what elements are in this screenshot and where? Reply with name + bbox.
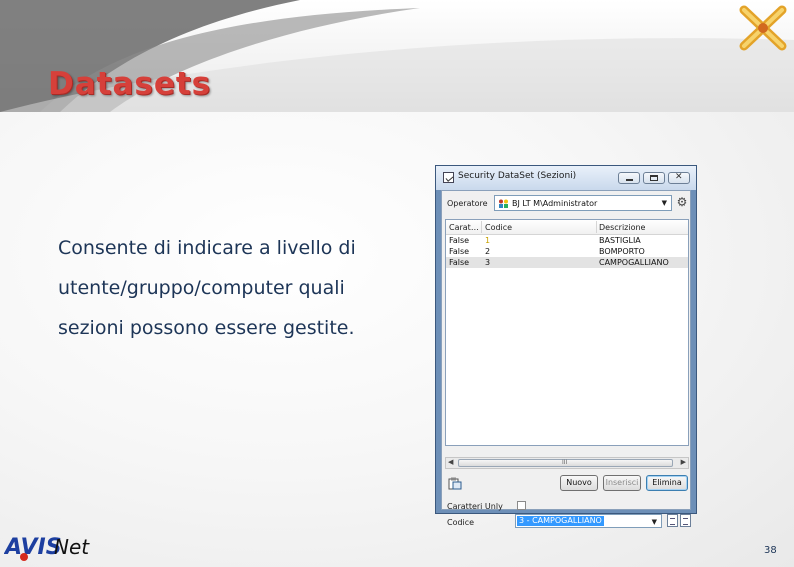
document-icon[interactable] xyxy=(667,514,678,527)
svg-text:AVIS: AVIS xyxy=(4,535,62,560)
delete-button[interactable]: Elimina xyxy=(646,475,688,491)
paste-icon[interactable] xyxy=(448,477,462,490)
readonly-label: Caratteri Unly xyxy=(447,502,503,511)
new-button[interactable]: Nuovo xyxy=(560,475,598,491)
sections-grid: Carat… Codice Descrizione False 1 BASTIG… xyxy=(445,219,689,446)
scroll-left-icon[interactable]: ◀ xyxy=(448,458,453,466)
insert-button[interactable]: Inserisci xyxy=(603,475,641,491)
column-divider[interactable] xyxy=(596,221,597,233)
grid-header: Carat… Codice Descrizione xyxy=(446,220,688,235)
cell-code: 2 xyxy=(485,247,491,256)
avisnet-logo: AVIS Net xyxy=(4,535,90,561)
code-label: Codice xyxy=(447,518,475,527)
cell-desc: CAMPOGALLIANO xyxy=(599,258,669,267)
gear-icon[interactable]: ⚙ xyxy=(675,195,689,209)
column-header-descrizione[interactable]: Descrizione xyxy=(599,223,645,232)
svg-text:Net: Net xyxy=(54,535,90,559)
column-divider[interactable] xyxy=(481,221,482,233)
chevron-down-icon[interactable]: ▼ xyxy=(652,518,657,526)
close-button[interactable] xyxy=(668,172,690,184)
column-header-codice[interactable]: Codice xyxy=(485,223,512,232)
table-row-selected[interactable]: False 3 CAMPOGALLIANO xyxy=(446,257,688,268)
operator-select[interactable]: BJ LT M\Administrator ▼ xyxy=(494,195,672,211)
users-icon xyxy=(499,199,508,208)
dialog-titlebar[interactable]: Security DataSet (Sezioni) xyxy=(436,166,696,190)
column-header-carat[interactable]: Carat… xyxy=(449,223,479,232)
dialog-title: Security DataSet (Sezioni) xyxy=(458,171,577,181)
list-icon[interactable] xyxy=(680,514,691,527)
table-row[interactable]: False 1 BASTIGLIA xyxy=(446,235,688,246)
code-select[interactable]: 3 - CAMPOGALLIANO ▼ xyxy=(515,514,662,528)
horizontal-scrollbar[interactable]: ◀ III ▶ xyxy=(445,457,689,469)
cell-code: 1 xyxy=(485,236,491,245)
operator-label: Operatore xyxy=(447,199,488,208)
cell-desc: BASTIGLIA xyxy=(599,236,641,245)
cell-flag: False xyxy=(449,258,470,267)
cell-desc: BOMPORTO xyxy=(599,247,645,256)
x-logo-icon xyxy=(739,5,787,51)
scrollbar-thumb[interactable]: III xyxy=(458,459,673,467)
chevron-down-icon[interactable]: ▼ xyxy=(662,199,667,207)
page-number: 38 xyxy=(764,545,777,556)
app-check-icon xyxy=(443,172,454,183)
code-value: 3 - CAMPOGALLIANO xyxy=(517,516,604,526)
slide-body-text: Consente di indicare a livello di utente… xyxy=(58,237,356,339)
operator-value: BJ LT M\Administrator xyxy=(512,199,598,208)
readonly-checkbox[interactable] xyxy=(517,501,526,510)
dialog-client-area: Operatore BJ LT M\Administrator ▼ ⚙ Cara… xyxy=(441,190,691,528)
cell-flag: False xyxy=(449,236,470,245)
maximize-button[interactable] xyxy=(643,172,665,184)
scroll-grip: III xyxy=(562,459,568,466)
scroll-right-icon[interactable]: ▶ xyxy=(681,458,686,466)
slide-title: Datasets xyxy=(48,66,212,102)
cell-flag: False xyxy=(449,247,470,256)
security-dataset-dialog: Security DataSet (Sezioni) Operatore BJ … xyxy=(435,165,697,528)
minimize-button[interactable] xyxy=(618,172,640,184)
cell-code: 3 xyxy=(485,258,491,267)
table-row[interactable]: False 2 BOMPORTO xyxy=(446,246,688,257)
